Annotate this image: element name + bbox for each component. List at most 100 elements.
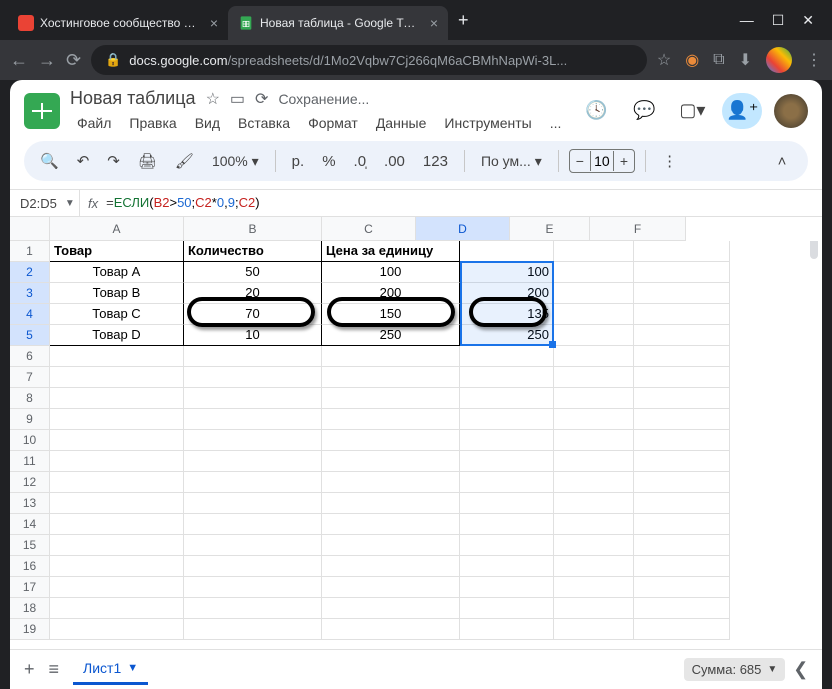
summary-badge[interactable]: Сумма: 685 ▼	[684, 658, 786, 681]
cell[interactable]: 70	[184, 304, 322, 325]
font-size-stepper[interactable]: − 10 +	[569, 149, 635, 173]
maximize-icon[interactable]: ☐	[772, 12, 785, 29]
decrease-decimal-button[interactable]: .0̩	[348, 149, 373, 174]
zoom-select[interactable]: 100% ▾	[206, 153, 265, 170]
close-icon[interactable]: ×	[210, 15, 218, 31]
cell-reference-box[interactable]: D2:D5▼	[10, 190, 80, 216]
move-icon[interactable]: ▭	[230, 89, 245, 109]
cell[interactable]	[554, 262, 634, 283]
cell[interactable]: 250	[460, 325, 554, 346]
cell[interactable]: Товар B	[50, 283, 184, 304]
cell[interactable]	[554, 241, 634, 262]
cell[interactable]	[634, 304, 730, 325]
row-header[interactable]: 16	[10, 556, 50, 577]
menu-data[interactable]: Данные	[369, 113, 434, 133]
cell[interactable]: 20	[184, 283, 322, 304]
cloud-icon[interactable]: ⟳	[255, 89, 268, 109]
redo-button[interactable]: ↷	[101, 148, 126, 174]
menu-format[interactable]: Формат	[301, 113, 365, 133]
formula-input[interactable]: =ЕСЛИ(B2>50;C2*0,9;C2)	[106, 195, 259, 211]
new-tab-button[interactable]: +	[458, 10, 469, 31]
cell[interactable]: 200	[460, 283, 554, 304]
cell[interactable]	[554, 283, 634, 304]
font-size-value[interactable]: 10	[590, 151, 614, 171]
url-bar[interactable]: 🔒 docs.google.com/spreadsheets/d/1Mo2Vqb…	[91, 45, 647, 75]
all-sheets-button[interactable]: ≡	[49, 659, 60, 680]
extensions-icon[interactable]: ⧉	[713, 51, 724, 69]
column-header[interactable]: A	[50, 217, 184, 241]
row-header[interactable]: 4	[10, 304, 50, 325]
cell[interactable]: 50	[184, 262, 322, 283]
cell[interactable]: 100	[460, 262, 554, 283]
row-header[interactable]: 17	[10, 577, 50, 598]
print-button[interactable]: 🖨	[132, 148, 163, 174]
profile-avatar[interactable]	[766, 47, 792, 73]
more-tools-button[interactable]: ⋮	[656, 148, 683, 174]
browser-tab[interactable]: Хостинговое сообщество «Tim ×	[8, 6, 228, 40]
menu-more[interactable]: ...	[543, 113, 569, 133]
cell[interactable]: 200	[322, 283, 460, 304]
cell[interactable]: Товар	[50, 241, 184, 262]
column-header[interactable]: E	[510, 217, 590, 241]
column-header[interactable]: D	[416, 217, 510, 241]
column-header[interactable]: F	[590, 217, 686, 241]
row-header[interactable]: 18	[10, 598, 50, 619]
row-header[interactable]: 9	[10, 409, 50, 430]
share-button[interactable]: 👤⁺	[722, 93, 762, 129]
close-icon[interactable]: ×	[430, 15, 438, 31]
row-header[interactable]: 11	[10, 451, 50, 472]
menu-edit[interactable]: Правка	[122, 113, 183, 133]
chevron-down-icon[interactable]: ▼	[127, 662, 138, 674]
back-button[interactable]: ←	[10, 50, 28, 71]
menu-file[interactable]: Файл	[70, 113, 118, 133]
font-select[interactable]: По ум... ▾	[475, 153, 548, 170]
cell[interactable]: Товар D	[50, 325, 184, 346]
menu-insert[interactable]: Вставка	[231, 113, 297, 133]
forward-button[interactable]: →	[38, 50, 56, 71]
document-title[interactable]: Новая таблица	[70, 88, 196, 109]
row-header[interactable]: 7	[10, 367, 50, 388]
cell[interactable]	[460, 241, 554, 262]
cell[interactable]: Цена за единицу	[322, 241, 460, 262]
percent-button[interactable]: %	[316, 149, 341, 174]
column-header[interactable]: C	[322, 217, 416, 241]
menu-tools[interactable]: Инструменты	[437, 113, 538, 133]
cell[interactable]: 250	[322, 325, 460, 346]
row-header[interactable]: 10	[10, 430, 50, 451]
number-format-button[interactable]: 123	[417, 149, 454, 174]
sheets-logo-icon[interactable]	[24, 93, 60, 129]
currency-button[interactable]: р.	[286, 149, 311, 174]
paint-format-button[interactable]: 🖌	[169, 148, 200, 174]
cell[interactable]	[554, 325, 634, 346]
cell[interactable]	[634, 241, 730, 262]
select-all-corner[interactable]	[10, 217, 50, 241]
menu-view[interactable]: Вид	[188, 113, 227, 133]
history-button[interactable]: 🕓	[578, 93, 614, 129]
meet-button[interactable]: ▢▾	[674, 93, 710, 129]
extension-icon[interactable]: ◉	[685, 50, 699, 70]
row-header[interactable]: 2	[10, 262, 50, 283]
cell[interactable]	[634, 325, 730, 346]
cell[interactable]: Количество	[184, 241, 322, 262]
row-header[interactable]: 3	[10, 283, 50, 304]
row-header[interactable]: 13	[10, 493, 50, 514]
spreadsheet-grid[interactable]: A B C D E F 1 Товар Количество Цена за е…	[10, 217, 822, 649]
row-header[interactable]: 6	[10, 346, 50, 367]
cell[interactable]: 150	[322, 304, 460, 325]
row-header[interactable]: 8	[10, 388, 50, 409]
row-header[interactable]: 14	[10, 514, 50, 535]
cell[interactable]	[554, 304, 634, 325]
row-header[interactable]: 5	[10, 325, 50, 346]
row-header[interactable]: 1	[10, 241, 50, 262]
menu-icon[interactable]: ⋮	[806, 50, 822, 70]
undo-button[interactable]: ↶	[71, 148, 96, 174]
decrease-font-button[interactable]: −	[570, 153, 590, 169]
row-header[interactable]: 12	[10, 472, 50, 493]
user-avatar[interactable]	[774, 94, 808, 128]
cell[interactable]: 100	[322, 262, 460, 283]
sheet-tab-active[interactable]: Лист1 ▼	[73, 654, 148, 685]
cell[interactable]	[634, 262, 730, 283]
cell[interactable]: 10	[184, 325, 322, 346]
explore-button[interactable]: ❮	[793, 659, 808, 680]
close-window-icon[interactable]: ✕	[802, 12, 814, 29]
